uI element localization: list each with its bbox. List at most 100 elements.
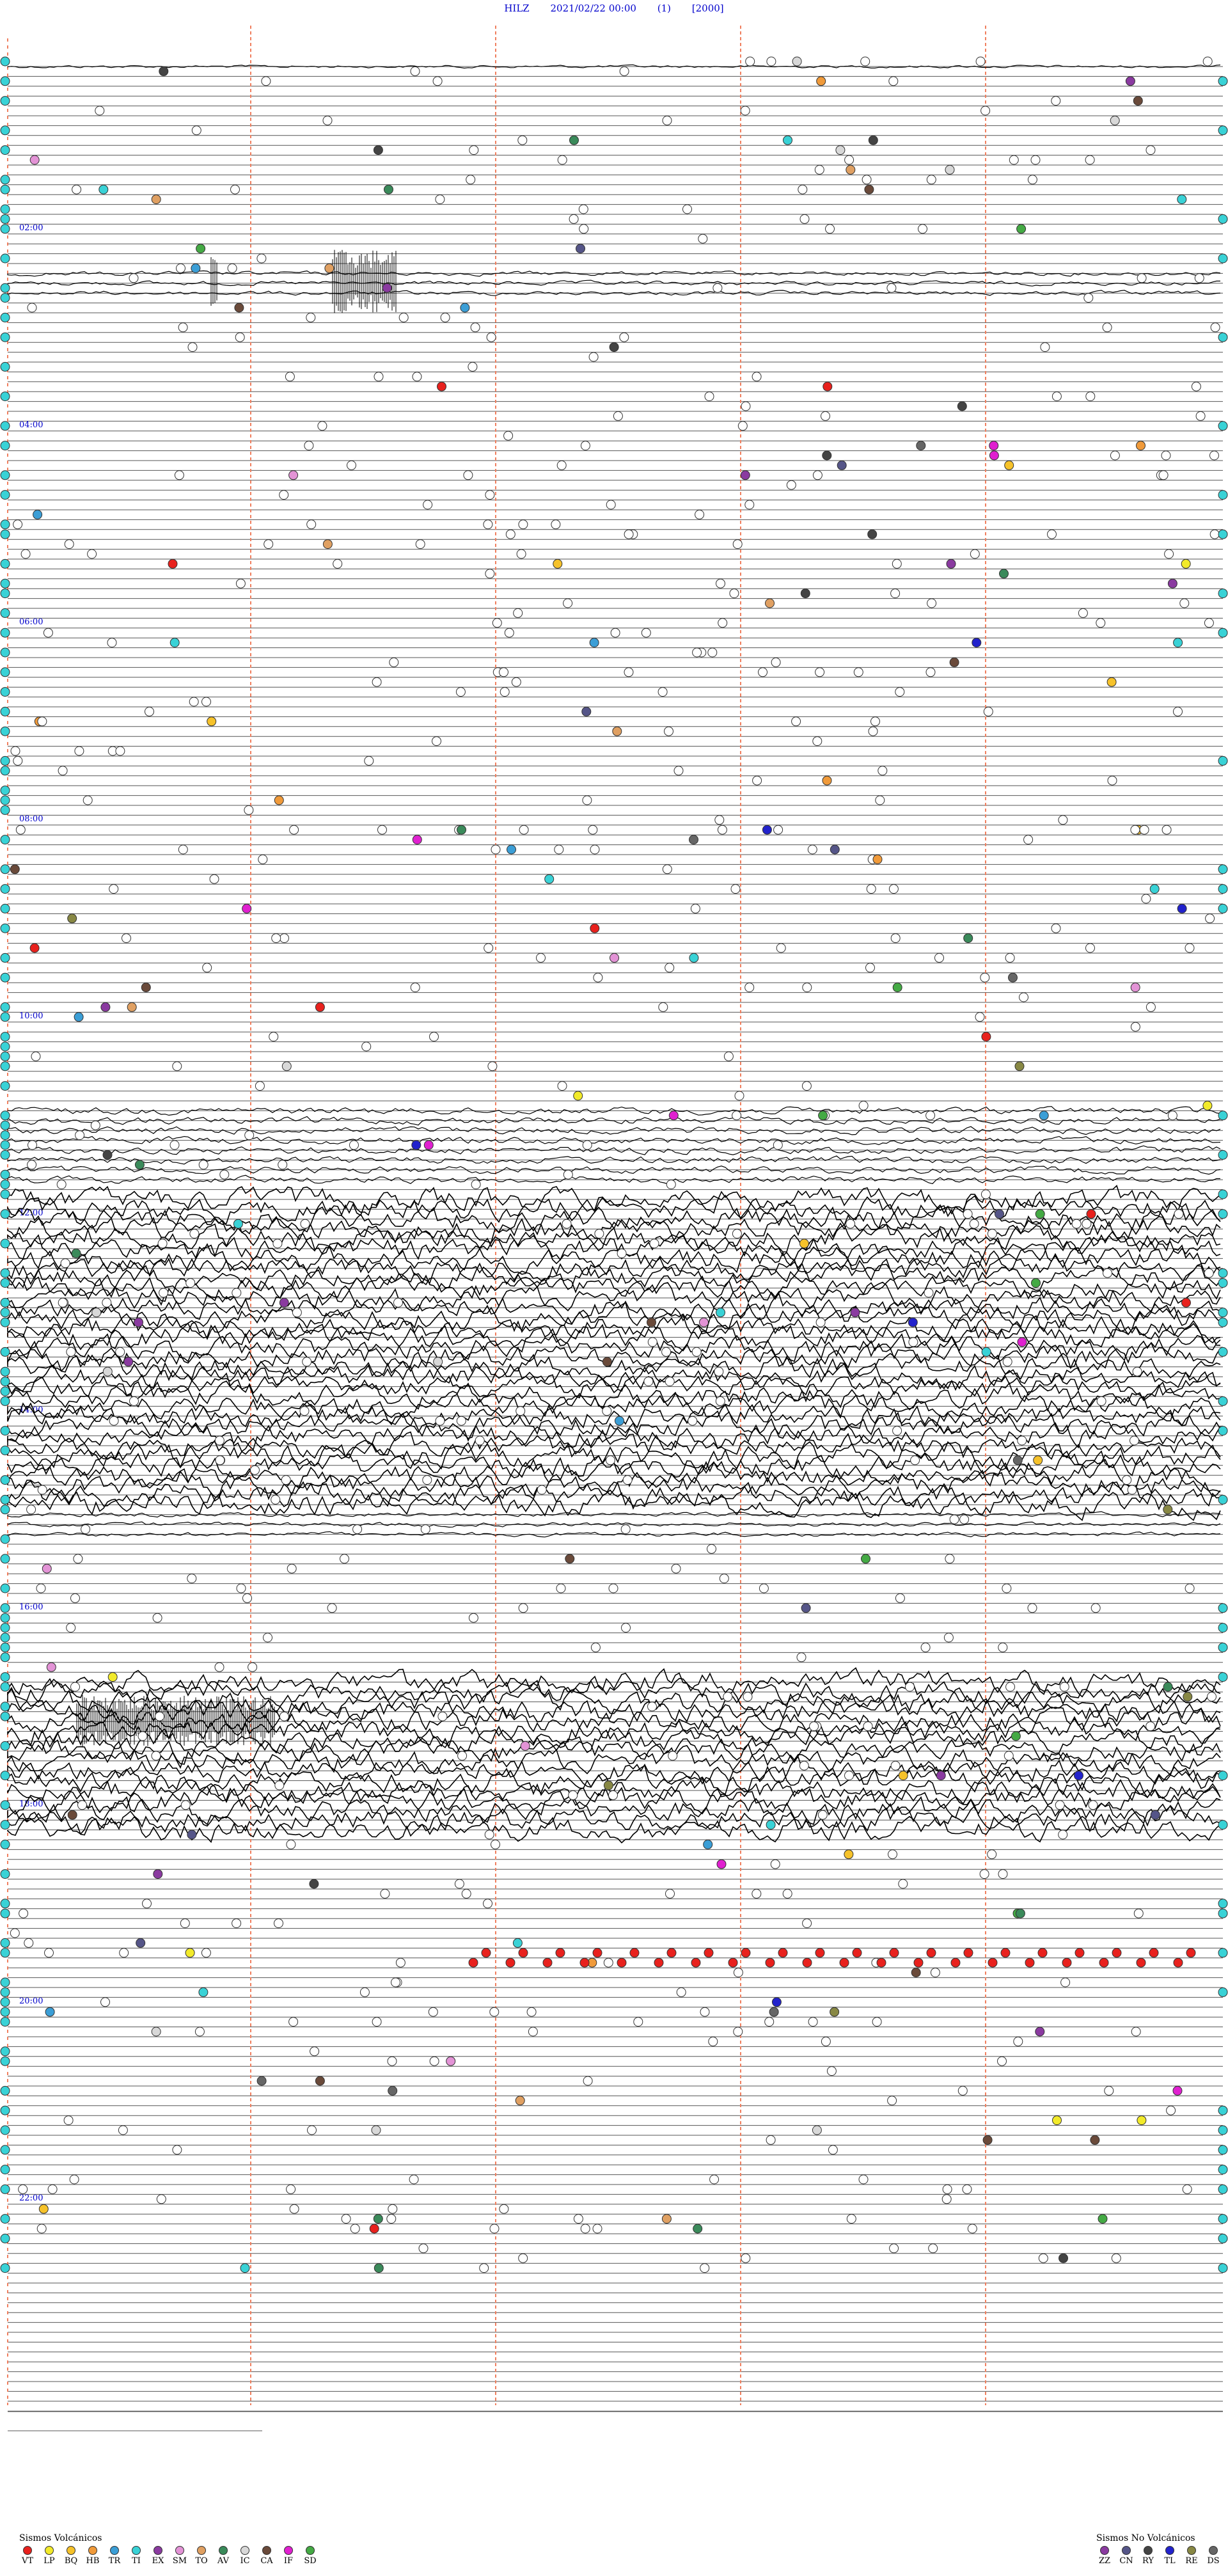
event-marker-edge xyxy=(1218,1150,1228,1160)
legend-item: CN xyxy=(1118,2546,1135,2566)
event-marker xyxy=(603,1957,613,1968)
hour-label: 08:00 xyxy=(19,814,43,824)
event-marker xyxy=(67,1810,77,1820)
event-marker xyxy=(594,1229,604,1239)
event-marker xyxy=(98,184,109,194)
legend-item: IF xyxy=(280,2546,297,2566)
event-marker xyxy=(109,1416,119,1426)
event-marker-vt xyxy=(629,1948,640,1958)
event-marker xyxy=(744,983,755,993)
event-marker xyxy=(812,2125,822,2135)
event-marker-edge xyxy=(0,1317,10,1327)
event-marker-edge xyxy=(0,1997,10,2007)
event-marker-edge xyxy=(0,1002,10,1012)
event-marker xyxy=(13,519,23,530)
event-marker xyxy=(242,903,252,913)
event-marker xyxy=(590,844,600,855)
event-marker xyxy=(898,1879,908,1889)
event-marker xyxy=(569,214,579,224)
event-marker xyxy=(115,1347,125,1357)
event-marker-vt xyxy=(654,1957,664,1968)
event-marker xyxy=(29,943,40,953)
event-marker xyxy=(1051,923,1061,933)
hour-label: 20:00 xyxy=(19,1996,43,2006)
event-marker xyxy=(454,1879,464,1889)
event-marker-edge xyxy=(0,1948,10,1958)
event-marker xyxy=(825,224,835,234)
event-marker xyxy=(169,1140,180,1150)
event-marker xyxy=(151,1751,161,1761)
event-marker-edge xyxy=(1218,1899,1228,1909)
event-marker xyxy=(145,706,154,716)
event-marker xyxy=(1090,2135,1100,2145)
event-marker xyxy=(682,204,692,214)
event-marker xyxy=(174,470,184,480)
event-marker xyxy=(219,1169,230,1180)
event-marker xyxy=(872,2017,882,2027)
legend-item: SD xyxy=(302,2546,319,2566)
event-marker xyxy=(361,1041,372,1052)
event-marker-edge xyxy=(0,1041,10,1052)
event-marker xyxy=(1195,411,1206,421)
event-marker-edge xyxy=(0,1032,10,1042)
event-marker xyxy=(850,1308,860,1318)
event-marker xyxy=(1164,549,1174,559)
event-marker xyxy=(908,1317,918,1327)
event-marker xyxy=(388,2204,398,2214)
event-marker xyxy=(1202,56,1213,67)
event-marker xyxy=(995,1209,1004,1219)
event-marker xyxy=(384,184,393,194)
event-marker xyxy=(537,1485,547,1495)
event-marker xyxy=(1177,194,1187,205)
event-marker xyxy=(281,1061,292,1071)
event-marker xyxy=(412,835,422,845)
event-marker xyxy=(191,125,201,136)
event-marker xyxy=(665,1377,675,1387)
event-marker xyxy=(45,2007,55,2017)
event-marker xyxy=(892,558,902,569)
event-marker-edge xyxy=(0,1494,10,1505)
event-marker-edge xyxy=(0,441,10,451)
event-marker xyxy=(1011,1731,1021,1741)
event-marker-vt xyxy=(889,1948,899,1958)
event-marker xyxy=(1205,913,1215,924)
event-marker xyxy=(487,1061,498,1071)
event-marker xyxy=(1035,1209,1045,1219)
event-marker xyxy=(1098,2214,1108,2224)
event-marker xyxy=(926,175,936,185)
event-marker xyxy=(1167,1110,1177,1121)
event-marker xyxy=(1161,450,1171,461)
event-marker xyxy=(58,1297,68,1308)
event-marker xyxy=(633,2017,643,2027)
event-marker xyxy=(350,2224,360,2234)
event-marker xyxy=(565,1554,575,1564)
event-marker-edge xyxy=(1218,884,1228,894)
event-marker xyxy=(269,1032,279,1042)
waveform-trace xyxy=(7,1223,1221,1252)
event-marker xyxy=(1078,608,1088,618)
event-marker xyxy=(563,598,573,608)
event-marker-edge xyxy=(0,1051,10,1061)
event-marker xyxy=(812,736,823,747)
event-marker xyxy=(382,283,392,293)
event-marker xyxy=(1167,578,1177,589)
event-marker-vt xyxy=(1025,1957,1035,1968)
event-marker-edge xyxy=(0,2125,10,2135)
event-marker-edge xyxy=(0,647,10,658)
event-marker xyxy=(898,1771,908,1781)
event-marker-edge xyxy=(0,2214,10,2224)
event-marker xyxy=(119,1948,129,1958)
event-marker xyxy=(235,332,245,342)
event-marker xyxy=(557,155,567,165)
event-marker-edge xyxy=(1218,1948,1228,1958)
event-marker xyxy=(573,1091,583,1101)
hour-label: 22:00 xyxy=(19,2193,43,2203)
event-marker xyxy=(172,2145,182,2155)
event-marker-edge xyxy=(1218,1110,1228,1121)
event-marker xyxy=(271,1494,281,1505)
event-marker xyxy=(432,736,441,747)
event-marker-vt xyxy=(1037,1948,1048,1958)
event-marker xyxy=(315,1002,325,1012)
event-marker-edge xyxy=(1218,2263,1228,2273)
event-marker xyxy=(70,1682,80,1692)
